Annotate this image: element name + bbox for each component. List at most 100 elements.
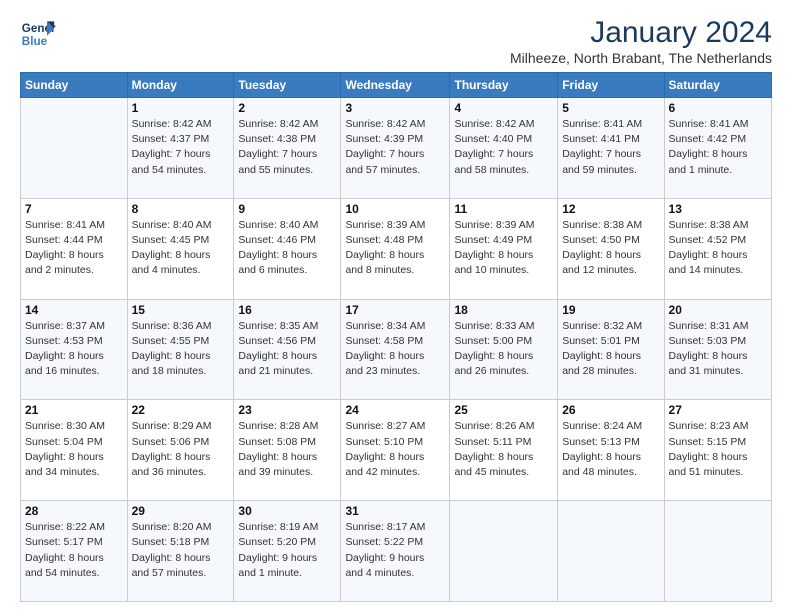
calendar-cell: 10 Sunrise: 8:39 AMSunset: 4:48 PMDayligh… (341, 198, 450, 299)
calendar-cell: 21Sunrise: 8:30 AMSunset: 5:04 PMDayligh… (21, 400, 128, 501)
day-info: Sunrise: 8:20 AMSunset: 5:18 PMDaylight:… (132, 520, 230, 581)
calendar-week-row: 7Sunrise: 8:41 AMSunset: 4:44 PMDaylight… (21, 198, 772, 299)
day-info: Sunrise: 8:22 AMSunset: 5:17 PMDaylight:… (25, 520, 123, 581)
day-number: 7 (25, 202, 123, 216)
day-info: Sunrise: 8:31 AMSunset: 5:03 PMDaylight:… (669, 319, 767, 380)
day-info: Sunrise: 8:17 AMSunset: 5:22 PMDaylight:… (345, 520, 445, 581)
day-info: Sunrise: 8:26 AMSunset: 5:11 PMDaylight:… (454, 419, 553, 480)
calendar-cell: 18 Sunrise: 8:33 AMSunset: 5:00 PMDayligh… (450, 299, 558, 400)
calendar-cell: 20 Sunrise: 8:31 AMSunset: 5:03 PMDayligh… (664, 299, 771, 400)
calendar-cell: 27 Sunrise: 8:23 AMSunset: 5:15 PMDayligh… (664, 400, 771, 501)
day-number: 3 (345, 101, 445, 115)
day-number: 11 (454, 202, 553, 216)
calendar-cell: 3 Sunrise: 8:42 AMSunset: 4:39 PMDaylight… (341, 98, 450, 199)
calendar-week-row: 1 Sunrise: 8:42 AMSunset: 4:37 PMDaylight… (21, 98, 772, 199)
day-info: Sunrise: 8:42 AMSunset: 4:38 PMDaylight:… (238, 117, 336, 178)
col-sunday: Sunday (21, 73, 128, 98)
calendar-week-row: 28 Sunrise: 8:22 AMSunset: 5:17 PMDayligh… (21, 501, 772, 602)
day-info: Sunrise: 8:39 AMSunset: 4:48 PMDaylight:… (345, 218, 445, 279)
day-info: Sunrise: 8:38 AMSunset: 4:50 PMDaylight:… (562, 218, 659, 279)
calendar-cell: 29 Sunrise: 8:20 AMSunset: 5:18 PMDayligh… (127, 501, 234, 602)
day-info: Sunrise: 8:41 AMSunset: 4:41 PMDaylight:… (562, 117, 659, 178)
calendar-cell: 31 Sunrise: 8:17 AMSunset: 5:22 PMDayligh… (341, 501, 450, 602)
day-number: 2 (238, 101, 336, 115)
day-number: 23 (238, 403, 336, 417)
day-number: 12 (562, 202, 659, 216)
day-number: 31 (345, 504, 445, 518)
col-monday: Monday (127, 73, 234, 98)
calendar-table: Sunday Monday Tuesday Wednesday Thursday… (20, 72, 772, 602)
day-info: Sunrise: 8:23 AMSunset: 5:15 PMDaylight:… (669, 419, 767, 480)
day-number: 19 (562, 303, 659, 317)
header: General Blue January 2024 Milheeze, Nort… (20, 16, 772, 66)
day-info: Sunrise: 8:42 AMSunset: 4:37 PMDaylight:… (132, 117, 230, 178)
day-info: Sunrise: 8:30 AMSunset: 5:04 PMDaylight:… (25, 419, 123, 480)
day-info: Sunrise: 8:29 AMSunset: 5:06 PMDaylight:… (132, 419, 230, 480)
day-info: Sunrise: 8:34 AMSunset: 4:58 PMDaylight:… (345, 319, 445, 380)
calendar-cell: 23 Sunrise: 8:28 AMSunset: 5:08 PMDayligh… (234, 400, 341, 501)
day-info: Sunrise: 8:28 AMSunset: 5:08 PMDaylight:… (238, 419, 336, 480)
calendar-cell: 26 Sunrise: 8:24 AMSunset: 5:13 PMDayligh… (558, 400, 664, 501)
day-number: 15 (132, 303, 230, 317)
calendar-cell: 9 Sunrise: 8:40 AMSunset: 4:46 PMDaylight… (234, 198, 341, 299)
calendar-cell: 6Sunrise: 8:41 AMSunset: 4:42 PMDaylight… (664, 98, 771, 199)
day-info: Sunrise: 8:24 AMSunset: 5:13 PMDaylight:… (562, 419, 659, 480)
day-info: Sunrise: 8:42 AMSunset: 4:39 PMDaylight:… (345, 117, 445, 178)
calendar-cell: 22 Sunrise: 8:29 AMSunset: 5:06 PMDayligh… (127, 400, 234, 501)
calendar-cell: 13 Sunrise: 8:38 AMSunset: 4:52 PMDayligh… (664, 198, 771, 299)
day-info: Sunrise: 8:39 AMSunset: 4:49 PMDaylight:… (454, 218, 553, 279)
calendar-cell: 25Sunrise: 8:26 AMSunset: 5:11 PMDayligh… (450, 400, 558, 501)
day-number: 24 (345, 403, 445, 417)
calendar-cell: 8 Sunrise: 8:40 AMSunset: 4:45 PMDaylight… (127, 198, 234, 299)
calendar-cell (558, 501, 664, 602)
svg-text:Blue: Blue (22, 35, 48, 48)
day-number: 26 (562, 403, 659, 417)
col-saturday: Saturday (664, 73, 771, 98)
day-info: Sunrise: 8:40 AMSunset: 4:45 PMDaylight:… (132, 218, 230, 279)
day-number: 5 (562, 101, 659, 115)
page: General Blue January 2024 Milheeze, Nort… (0, 0, 792, 612)
day-number: 30 (238, 504, 336, 518)
calendar-cell: 19 Sunrise: 8:32 AMSunset: 5:01 PMDayligh… (558, 299, 664, 400)
calendar-cell: 11 Sunrise: 8:39 AMSunset: 4:49 PMDayligh… (450, 198, 558, 299)
calendar-week-row: 21Sunrise: 8:30 AMSunset: 5:04 PMDayligh… (21, 400, 772, 501)
day-number: 10 (345, 202, 445, 216)
calendar-cell: 28 Sunrise: 8:22 AMSunset: 5:17 PMDayligh… (21, 501, 128, 602)
col-tuesday: Tuesday (234, 73, 341, 98)
day-info: Sunrise: 8:35 AMSunset: 4:56 PMDaylight:… (238, 319, 336, 380)
calendar-cell: 1 Sunrise: 8:42 AMSunset: 4:37 PMDaylight… (127, 98, 234, 199)
day-info: Sunrise: 8:38 AMSunset: 4:52 PMDaylight:… (669, 218, 767, 279)
calendar-cell: 12 Sunrise: 8:38 AMSunset: 4:50 PMDayligh… (558, 198, 664, 299)
day-number: 28 (25, 504, 123, 518)
logo: General Blue (20, 16, 56, 52)
col-wednesday: Wednesday (341, 73, 450, 98)
day-number: 9 (238, 202, 336, 216)
calendar-week-row: 14Sunrise: 8:37 AMSunset: 4:53 PMDayligh… (21, 299, 772, 400)
calendar-cell (664, 501, 771, 602)
calendar-cell: 4Sunrise: 8:42 AMSunset: 4:40 PMDaylight… (450, 98, 558, 199)
day-number: 29 (132, 504, 230, 518)
calendar-header-row: Sunday Monday Tuesday Wednesday Thursday… (21, 73, 772, 98)
title-block: January 2024 Milheeze, North Brabant, Th… (510, 16, 772, 66)
day-number: 22 (132, 403, 230, 417)
day-number: 16 (238, 303, 336, 317)
day-number: 18 (454, 303, 553, 317)
calendar-cell: 5 Sunrise: 8:41 AMSunset: 4:41 PMDaylight… (558, 98, 664, 199)
day-info: Sunrise: 8:19 AMSunset: 5:20 PMDaylight:… (238, 520, 336, 581)
day-number: 13 (669, 202, 767, 216)
calendar-cell: 30 Sunrise: 8:19 AMSunset: 5:20 PMDayligh… (234, 501, 341, 602)
day-number: 14 (25, 303, 123, 317)
day-info: Sunrise: 8:41 AMSunset: 4:42 PMDaylight:… (669, 117, 767, 178)
month-title: January 2024 (510, 16, 772, 50)
day-number: 8 (132, 202, 230, 216)
col-thursday: Thursday (450, 73, 558, 98)
day-info: Sunrise: 8:40 AMSunset: 4:46 PMDaylight:… (238, 218, 336, 279)
location: Milheeze, North Brabant, The Netherlands (510, 50, 772, 66)
day-info: Sunrise: 8:33 AMSunset: 5:00 PMDaylight:… (454, 319, 553, 380)
day-number: 20 (669, 303, 767, 317)
calendar-cell: 14Sunrise: 8:37 AMSunset: 4:53 PMDayligh… (21, 299, 128, 400)
calendar-cell (450, 501, 558, 602)
day-info: Sunrise: 8:32 AMSunset: 5:01 PMDaylight:… (562, 319, 659, 380)
day-number: 27 (669, 403, 767, 417)
day-number: 1 (132, 101, 230, 115)
